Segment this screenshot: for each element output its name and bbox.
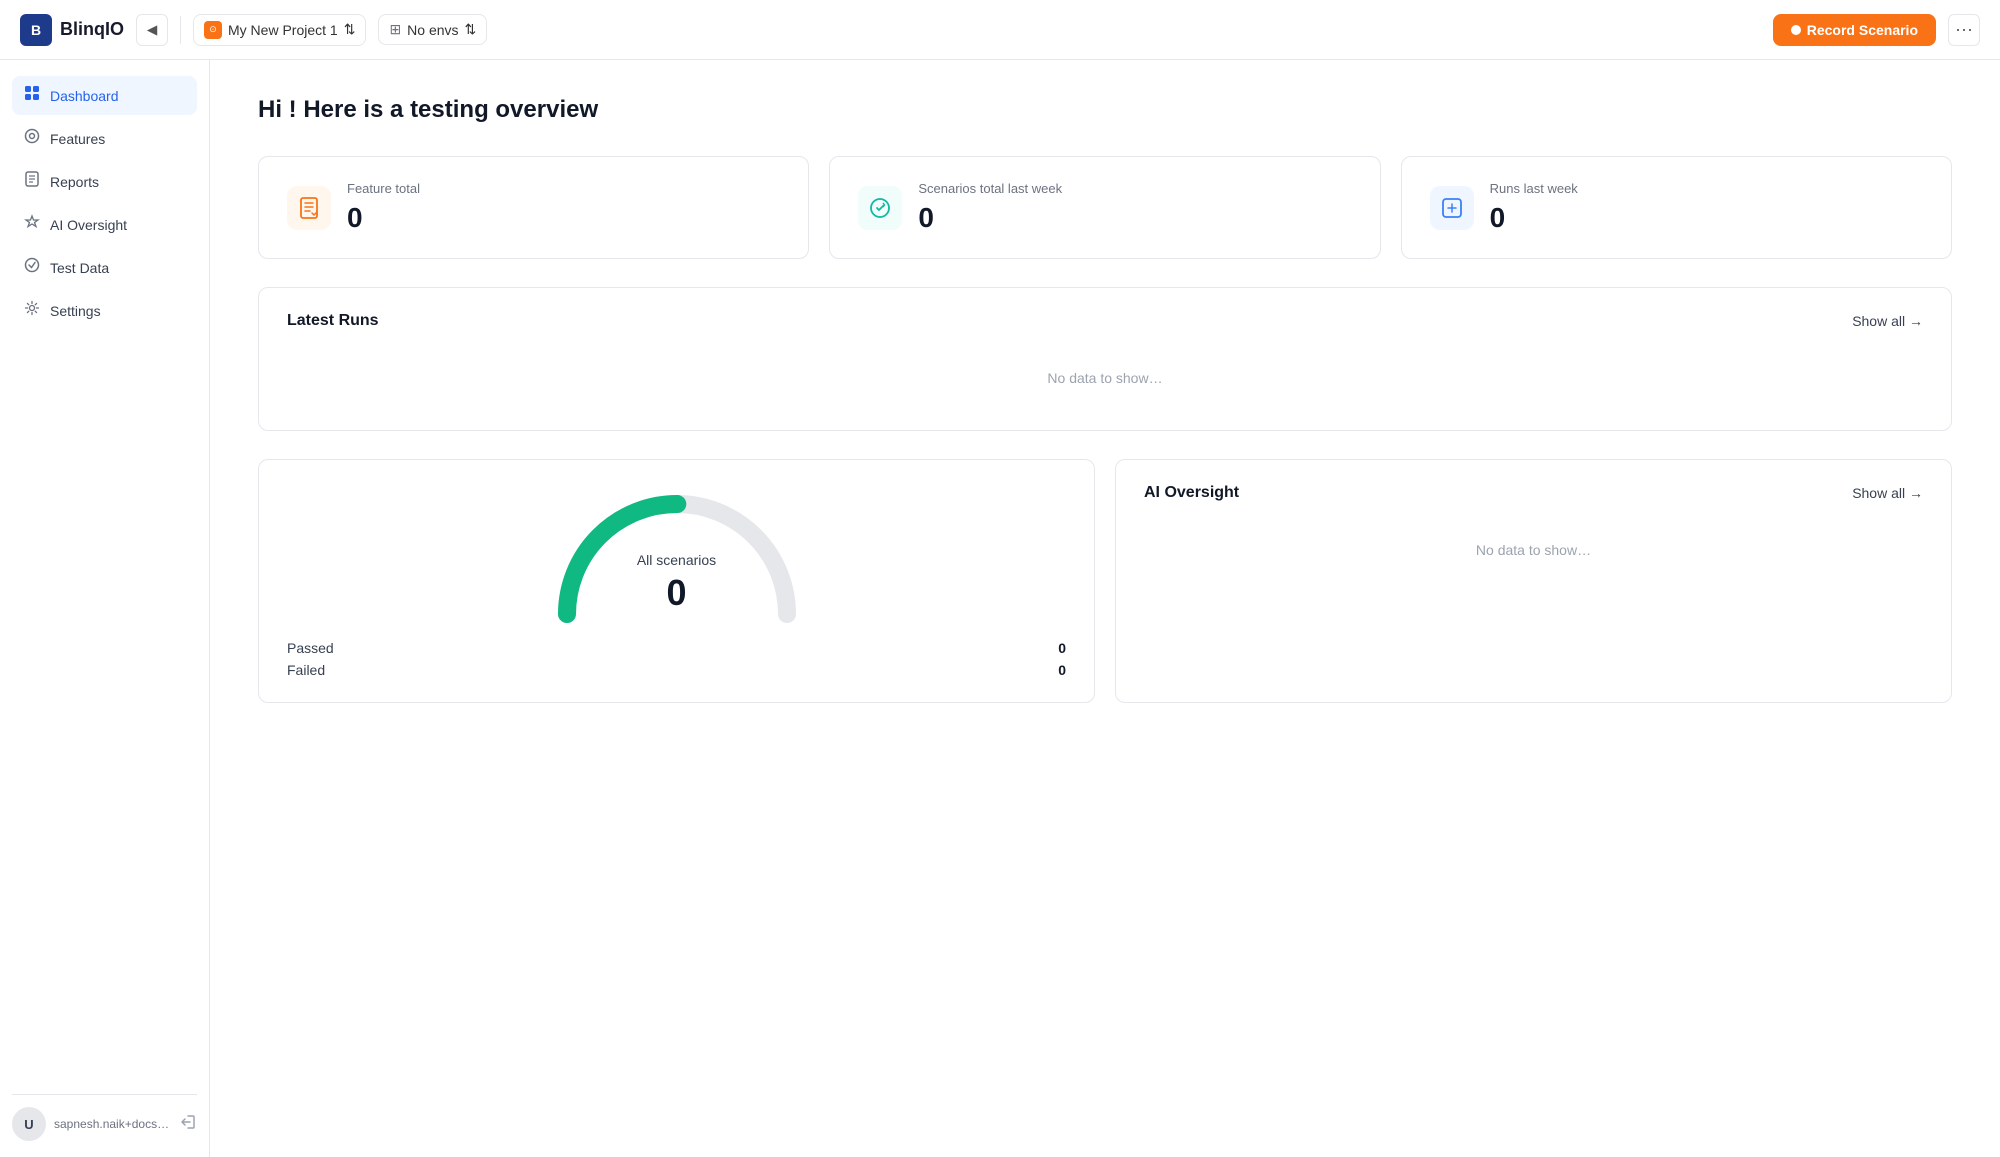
sidebar-footer: U sapnesh.naik+docs@... (12, 1094, 197, 1141)
feature-total-info: Feature total 0 (347, 181, 420, 234)
latest-runs-no-data: No data to show… (287, 350, 1923, 406)
env-chevron-icon: ⇅ (465, 21, 477, 38)
more-icon: ··· (1955, 19, 1973, 40)
logout-button[interactable] (179, 1113, 197, 1136)
ai-oversight-no-data: No data to show… (1144, 522, 1923, 578)
collapse-icon: ◀ (147, 22, 157, 38)
sidebar-item-dashboard[interactable]: Dashboard (12, 76, 197, 115)
gauge-passed-row: Passed 0 (287, 640, 1066, 656)
collapse-sidebar-button[interactable]: ◀ (136, 14, 168, 46)
project-chevron-icon: ⇅ (344, 21, 356, 38)
dashboard-icon (24, 85, 40, 106)
gauge-value: 0 (637, 572, 716, 614)
gauge-card: All scenarios 0 Passed 0 Failed 0 (258, 459, 1095, 703)
test-data-icon (24, 257, 40, 278)
scenarios-total-value: 0 (918, 202, 1062, 234)
runs-last-week-info: Runs last week 0 (1490, 181, 1578, 234)
gauge-failed-value: 0 (1058, 662, 1066, 678)
sidebar-nav: Dashboard Features Reports AI Oversight (12, 76, 197, 1086)
project-name: My New Project 1 (228, 22, 338, 38)
main-content: Hi ! Here is a testing overview Feature … (210, 60, 2000, 1157)
gauge-wrap: All scenarios 0 (547, 484, 807, 624)
sidebar-item-features[interactable]: Features (12, 119, 197, 158)
reports-label: Reports (50, 174, 99, 190)
gauge-failed-label: Failed (287, 662, 325, 678)
record-dot-icon (1791, 25, 1801, 35)
scenarios-total-label: Scenarios total last week (918, 181, 1062, 196)
stats-row: Feature total 0 Scenarios total last wee… (258, 156, 1952, 259)
ai-oversight-label: AI Oversight (50, 217, 127, 233)
page-title: Hi ! Here is a testing overview (258, 96, 1952, 124)
runs-last-week-value: 0 (1490, 202, 1578, 234)
feature-total-icon-wrap (287, 186, 331, 230)
feature-total-label: Feature total (347, 181, 420, 196)
gauge-failed-row: Failed 0 (287, 662, 1066, 678)
record-scenario-button[interactable]: Record Scenario (1773, 14, 1936, 46)
scenarios-total-info: Scenarios total last week 0 (918, 181, 1062, 234)
test-data-label: Test Data (50, 260, 109, 276)
latest-runs-show-all[interactable]: Show all → (1852, 313, 1923, 329)
stat-card-runs-last-week: Runs last week 0 (1401, 156, 1952, 259)
feature-total-value: 0 (347, 202, 420, 234)
bottom-row: All scenarios 0 Passed 0 Failed 0 (258, 459, 1952, 703)
stat-card-feature-total: Feature total 0 (258, 156, 809, 259)
reports-icon (24, 171, 40, 192)
sidebar-item-reports[interactable]: Reports (12, 162, 197, 201)
logo-icon: B (20, 14, 52, 46)
sidebar-item-test-data[interactable]: Test Data (12, 248, 197, 287)
ai-oversight-icon (24, 214, 40, 235)
settings-label: Settings (50, 303, 101, 319)
features-label: Features (50, 131, 105, 147)
gauge-stats: Passed 0 Failed 0 (287, 640, 1066, 678)
app-logo: B BlinqIO (20, 14, 124, 46)
project-selector[interactable]: ⊙ My New Project 1 ⇅ (193, 14, 366, 46)
gauge-passed-value: 0 (1058, 640, 1066, 656)
app-name: BlinqIO (60, 19, 124, 40)
settings-icon (24, 300, 40, 321)
env-label: No envs (407, 22, 458, 38)
ai-oversight-header: AI Oversight Show all → (1144, 484, 1923, 502)
stat-card-scenarios-total: Scenarios total last week 0 (829, 156, 1380, 259)
gauge-scenario-label: All scenarios (637, 552, 716, 568)
sidebar-item-settings[interactable]: Settings (12, 291, 197, 330)
topbar: B BlinqIO ◀ ⊙ My New Project 1 ⇅ ⊞ No en… (0, 0, 2000, 60)
sidebar: Dashboard Features Reports AI Oversight (0, 60, 210, 1157)
scenarios-total-icon-wrap (858, 186, 902, 230)
latest-runs-section: Latest Runs Show all → No data to show… (258, 287, 1952, 431)
latest-runs-header: Latest Runs Show all → (287, 312, 1923, 330)
record-button-label: Record Scenario (1807, 22, 1918, 38)
env-icon: ⊞ (389, 21, 401, 38)
runs-last-week-icon-wrap (1430, 186, 1474, 230)
features-icon (24, 128, 40, 149)
sidebar-item-ai-oversight[interactable]: AI Oversight (12, 205, 197, 244)
main-layout: Dashboard Features Reports AI Oversight (0, 60, 2000, 1157)
user-avatar: U (12, 1107, 46, 1141)
latest-runs-title: Latest Runs (287, 312, 379, 330)
dashboard-label: Dashboard (50, 88, 119, 104)
gauge-label: All scenarios 0 (637, 552, 716, 614)
runs-last-week-label: Runs last week (1490, 181, 1578, 196)
more-options-button[interactable]: ··· (1948, 14, 1980, 46)
ai-oversight-show-all[interactable]: Show all → (1852, 485, 1923, 501)
ai-oversight-card: AI Oversight Show all → No data to show… (1115, 459, 1952, 703)
project-icon: ⊙ (204, 21, 222, 39)
gauge-passed-label: Passed (287, 640, 334, 656)
user-email: sapnesh.naik+docs@... (54, 1117, 171, 1131)
ai-oversight-title: AI Oversight (1144, 484, 1239, 502)
env-selector[interactable]: ⊞ No envs ⇅ (378, 14, 487, 45)
topbar-divider (180, 16, 181, 44)
